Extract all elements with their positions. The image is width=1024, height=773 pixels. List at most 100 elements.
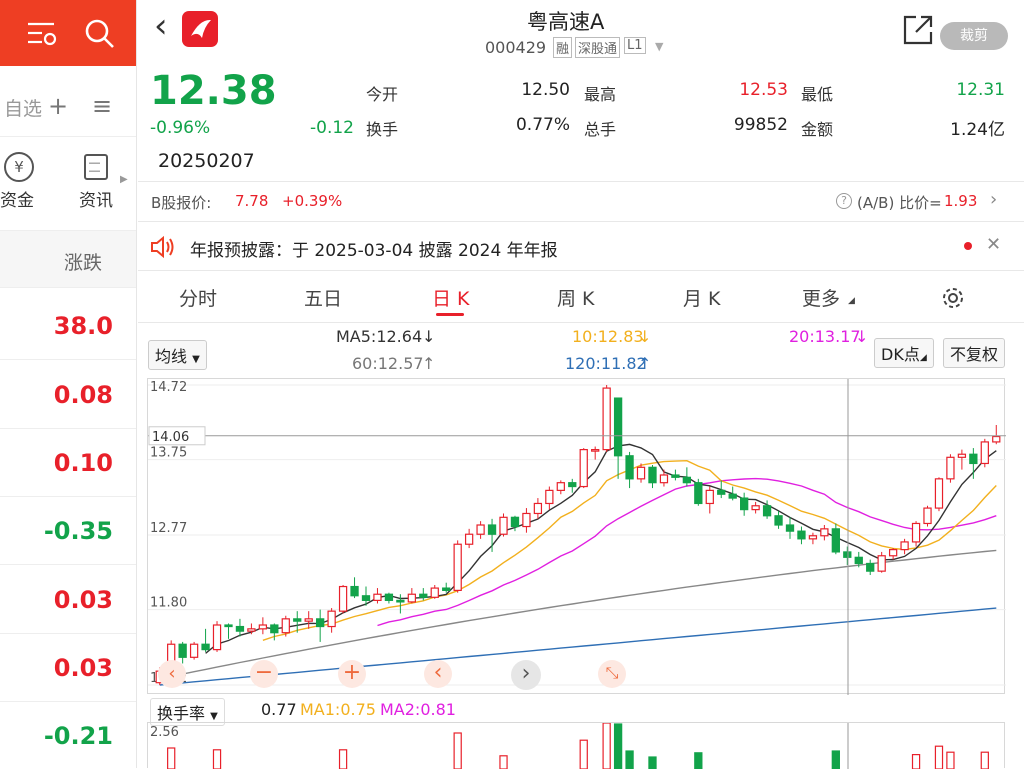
candle-body bbox=[613, 397, 623, 457]
candle-body bbox=[235, 625, 245, 632]
gear-icon[interactable] bbox=[940, 285, 966, 311]
candle-body bbox=[682, 476, 692, 484]
candle-body bbox=[591, 449, 600, 452]
ma120-value: 120:11.82 bbox=[565, 354, 647, 373]
settings-menu-icon[interactable] bbox=[26, 20, 60, 50]
turnover-label: 换手 bbox=[366, 120, 399, 139]
candle-body bbox=[957, 453, 967, 458]
zoom-out-icon[interactable]: − bbox=[250, 660, 278, 688]
dk-point-button[interactable]: DK点◢ bbox=[874, 338, 934, 368]
turnover-bar bbox=[911, 754, 921, 770]
crop-button[interactable]: 裁剪 bbox=[940, 22, 1008, 50]
candle-body bbox=[499, 516, 508, 535]
zoom-in-icon[interactable]: + bbox=[338, 660, 366, 688]
list-item[interactable]: 0.03 bbox=[0, 634, 136, 702]
candle-body bbox=[189, 643, 199, 658]
more-caret-icon: ◢ bbox=[848, 296, 855, 306]
candle-body bbox=[201, 643, 210, 651]
turnover-current: 0.77 bbox=[261, 700, 297, 719]
arrow-up-icon: ↑ bbox=[422, 354, 436, 373]
tab-intraday[interactable]: 分时 bbox=[179, 284, 217, 311]
tab-weekly-k[interactable]: 周 K bbox=[557, 284, 595, 311]
no-adjust-button[interactable]: 不复权 bbox=[943, 338, 1006, 368]
search-icon[interactable] bbox=[84, 18, 116, 50]
turnover-chart[interactable]: 2.56 bbox=[147, 722, 1005, 770]
close-icon[interactable]: ✕ bbox=[986, 234, 1001, 255]
candle-body bbox=[338, 585, 348, 612]
list-item[interactable]: 0.08 bbox=[0, 361, 136, 429]
turnover-ma2: MA2:0.81 bbox=[380, 700, 456, 719]
scroll-left-icon[interactable]: ‹ bbox=[424, 660, 452, 688]
list-item[interactable]: 38.0 bbox=[0, 292, 136, 360]
share-icon[interactable] bbox=[902, 14, 934, 46]
candle-body bbox=[258, 624, 268, 630]
list-item[interactable]: -0.35 bbox=[0, 497, 136, 565]
candle-body bbox=[396, 599, 405, 603]
candle-body bbox=[568, 482, 577, 488]
zoom-left-icon[interactable]: ‹ bbox=[158, 660, 186, 688]
turnover-bar bbox=[602, 722, 611, 770]
news-icon[interactable]: ― ― ― bbox=[84, 154, 108, 184]
candle-body bbox=[866, 562, 875, 572]
candle-body bbox=[316, 618, 325, 628]
stock-code: 000429 bbox=[485, 38, 547, 57]
chevron-down-icon[interactable]: ▼ bbox=[655, 40, 663, 53]
candle-body bbox=[740, 497, 749, 511]
turnover-svg bbox=[167, 722, 989, 770]
scroll-right-icon[interactable]: › bbox=[511, 660, 541, 690]
crosshair-price-label: 14.06 bbox=[152, 430, 189, 445]
bshare-price: 7.78 bbox=[235, 192, 269, 210]
change-amount: -0.12 bbox=[310, 118, 354, 138]
ab-ratio-value: 1.93 bbox=[944, 192, 978, 210]
candle-body bbox=[270, 624, 279, 634]
candle-body bbox=[533, 502, 543, 515]
kline-chart[interactable]: 14.7213.7512.7711.8010.8214.06 bbox=[147, 378, 1006, 695]
turnover-bar bbox=[980, 751, 989, 770]
low-value: 12.31 bbox=[956, 80, 1005, 100]
amount-label: 金额 bbox=[801, 120, 834, 139]
chevron-right-icon[interactable]: › bbox=[990, 189, 997, 210]
y-tick-label: 11.80 bbox=[150, 596, 187, 611]
y-tick-label: 12.77 bbox=[150, 521, 187, 536]
candle-body bbox=[304, 618, 313, 622]
candle-body bbox=[419, 593, 428, 598]
list-item[interactable]: -0.21 bbox=[0, 702, 136, 768]
watchlist-tab[interactable]: 自选 bbox=[4, 94, 42, 121]
candle-body bbox=[178, 643, 187, 658]
ma-type-select[interactable]: 均线 ▼ bbox=[148, 340, 207, 370]
quick-label-funds[interactable]: 资金 bbox=[0, 186, 34, 211]
help-icon[interactable]: ? bbox=[836, 193, 852, 209]
notice-text[interactable]: 年报预披露：于 2025-03-04 披露 2024 年年报 bbox=[190, 236, 558, 261]
back-icon[interactable]: ‹ bbox=[154, 6, 168, 46]
turnover-bar bbox=[453, 732, 462, 770]
quote-date: 20250207 bbox=[158, 150, 255, 172]
turnover-bar bbox=[579, 739, 588, 770]
fullscreen-icon[interactable]: ⤡ bbox=[598, 660, 626, 688]
quick-label-news[interactable]: 资讯 bbox=[79, 186, 113, 211]
candle-body bbox=[224, 624, 233, 628]
arrow-down-icon: ↓ bbox=[638, 327, 652, 346]
bshare-label: B股报价: bbox=[151, 194, 212, 212]
candle-body bbox=[751, 505, 760, 511]
candle-body bbox=[361, 595, 371, 601]
column-header-change[interactable]: 涨跌 bbox=[64, 248, 102, 275]
add-icon[interactable]: + bbox=[48, 92, 68, 120]
tab-more[interactable]: 更多 bbox=[802, 284, 840, 311]
kline-svg: 14.7213.7512.7711.8010.8214.06 bbox=[148, 379, 1006, 695]
unread-dot bbox=[964, 242, 972, 250]
list-item[interactable]: 0.03 bbox=[0, 566, 136, 634]
candle-body bbox=[247, 628, 256, 632]
candle-body bbox=[648, 466, 657, 484]
tab-daily-k[interactable]: 日 K bbox=[432, 284, 470, 311]
y-tick-label: 13.75 bbox=[150, 446, 187, 461]
tab-five-day[interactable]: 五日 bbox=[304, 284, 342, 311]
candle-body bbox=[625, 455, 634, 480]
candle-body bbox=[900, 541, 909, 551]
candle-body bbox=[659, 474, 669, 484]
turnover-bar bbox=[934, 745, 944, 770]
ma-type-label: 均线 bbox=[155, 347, 188, 366]
tab-monthly-k[interactable]: 月 K bbox=[683, 284, 721, 311]
list-item[interactable]: 0.10 bbox=[0, 429, 136, 497]
money-icon[interactable]: ¥ bbox=[4, 152, 34, 182]
menu-icon[interactable]: ≡ bbox=[92, 92, 112, 120]
